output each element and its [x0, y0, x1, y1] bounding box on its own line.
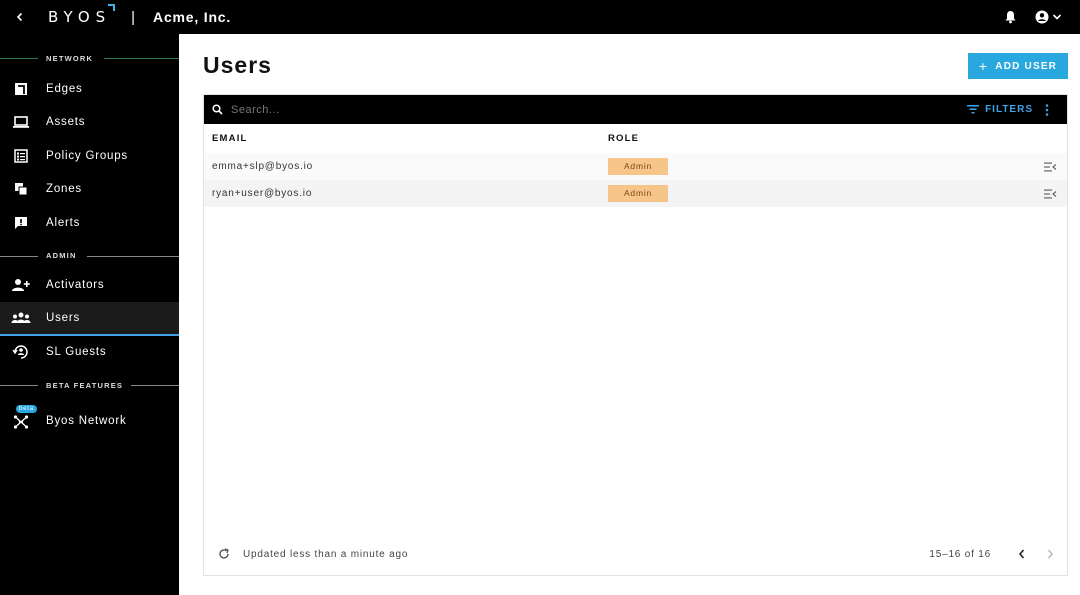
chevron-down-icon — [1052, 14, 1062, 20]
more-options-button[interactable] — [1045, 103, 1049, 116]
refresh-button[interactable] — [218, 548, 230, 560]
sidebar-item-alerts[interactable]: Alerts — [0, 206, 179, 240]
filter-icon — [967, 105, 980, 114]
sidebar-item-users[interactable]: Users — [0, 302, 179, 336]
table-footer: Updated less than a minute ago 15–16 of … — [204, 533, 1067, 575]
section-label: BETA FEATURES — [46, 380, 124, 390]
list-detail-icon — [1044, 162, 1057, 171]
section-label: ADMIN — [46, 251, 77, 260]
sidebar-item-label: Edges — [46, 82, 83, 95]
back-button[interactable] — [0, 0, 40, 34]
last-updated-text: Updated less than a minute ago — [243, 548, 409, 560]
column-header-role[interactable]: ROLE — [608, 133, 1028, 144]
network-icon: beta — [11, 404, 37, 431]
sidebar-item-label: Policy Groups — [46, 149, 128, 162]
edges-icon — [11, 79, 31, 99]
chevron-left-icon — [1018, 549, 1025, 559]
chevron-right-icon — [1047, 549, 1054, 559]
kebab-menu-icon — [1045, 103, 1049, 116]
user-email: emma+slp@byos.io — [212, 161, 314, 172]
bell-icon — [1005, 11, 1016, 24]
sidebar-item-sl-guests[interactable]: SL Guests — [0, 336, 179, 370]
filters-button[interactable]: FILTERS — [967, 104, 1033, 115]
add-user-label: ADD USER — [995, 60, 1058, 72]
role-cell: Admin — [608, 158, 1028, 175]
pagination: 15–16 of 16 — [929, 549, 1067, 560]
logo-corner-mark — [108, 4, 116, 11]
filters-label: FILTERS — [985, 104, 1033, 115]
list-detail-icon — [1044, 189, 1057, 198]
user-email: ryan+user@byos.io — [212, 188, 313, 199]
section-label: NETWORK — [46, 53, 94, 63]
role-cell: Admin — [608, 185, 1028, 202]
search-input[interactable] — [231, 103, 831, 116]
sidebar-item-label: Alerts — [46, 216, 81, 229]
add-user-button[interactable]: + ADD USER — [968, 53, 1068, 79]
byos-logo[interactable]: BYOS — [48, 4, 116, 26]
section-divider — [0, 385, 38, 386]
section-admin: ADMIN — [0, 246, 179, 266]
notifications-button[interactable] — [1004, 10, 1017, 24]
laptop-icon — [11, 112, 31, 132]
sidebar-item-policy-groups[interactable]: Policy Groups — [0, 139, 179, 173]
beta-badge: beta — [16, 404, 37, 413]
sidebar-item-label: Users — [46, 311, 81, 324]
org-name[interactable]: Acme, Inc. — [153, 9, 231, 25]
sidebar-item-assets[interactable]: Assets — [0, 106, 179, 140]
section-divider — [104, 58, 179, 59]
sidebar-item-label: Activators — [46, 279, 105, 292]
sidebar-item-label: Zones — [46, 183, 82, 196]
section-divider — [131, 385, 179, 386]
guests-icon — [11, 342, 31, 362]
search-bar: FILTERS — [204, 95, 1067, 124]
table-row[interactable]: ryan+user@byos.io Admin — [204, 180, 1067, 207]
section-divider — [0, 58, 38, 59]
sidebar-item-edges[interactable]: Edges — [0, 72, 179, 106]
previous-page-button[interactable] — [1013, 549, 1031, 559]
table-header: EMAIL ROLE — [204, 124, 1067, 153]
pagination-range: 15–16 of 16 — [929, 548, 991, 560]
row-details-button[interactable] — [1044, 189, 1057, 199]
search-icon — [212, 104, 223, 115]
account-menu-button[interactable] — [1035, 10, 1062, 24]
role-badge: Admin — [608, 158, 668, 175]
sidebar-item-zones[interactable]: Zones — [0, 173, 179, 207]
next-page-button[interactable] — [1041, 549, 1059, 559]
page-title: Users — [203, 52, 272, 78]
zones-icon — [11, 179, 31, 199]
logo-text: BYOS — [48, 8, 112, 26]
section-network: NETWORK — [0, 48, 179, 68]
plus-icon: + — [978, 58, 989, 74]
section-beta-features: BETA FEATURES — [0, 375, 179, 395]
section-divider — [87, 255, 179, 257]
sidebar: NETWORK Edges Assets Policy Groups Zones… — [0, 34, 179, 595]
header-separator: | — [131, 8, 136, 26]
sidebar-item-label: SL Guests — [46, 346, 107, 359]
row-details-button[interactable] — [1044, 162, 1057, 172]
alert-icon — [11, 213, 31, 233]
column-header-email[interactable]: EMAIL — [204, 133, 608, 144]
table-row[interactable]: emma+slp@byos.io Admin — [204, 153, 1067, 180]
sidebar-item-label: Byos Network — [46, 414, 127, 427]
sidebar-item-activators[interactable]: Activators — [0, 269, 179, 303]
role-badge: Admin — [608, 185, 668, 202]
group-icon — [11, 308, 31, 328]
main-content: Users + ADD USER FILTERS EMAIL ROLE emma… — [179, 34, 1080, 595]
person-add-icon — [11, 275, 31, 295]
sidebar-item-byos-network[interactable]: beta Byos Network — [0, 404, 179, 438]
policy-list-icon — [11, 146, 31, 166]
users-table-panel: FILTERS EMAIL ROLE emma+slp@byos.io Admi… — [203, 94, 1068, 576]
sidebar-item-label: Assets — [46, 116, 86, 129]
section-divider — [0, 255, 38, 257]
chevron-left-icon — [16, 12, 23, 22]
refresh-icon — [219, 548, 229, 559]
account-circle-icon — [1035, 10, 1049, 24]
top-bar: BYOS | Acme, Inc. — [0, 0, 1080, 34]
